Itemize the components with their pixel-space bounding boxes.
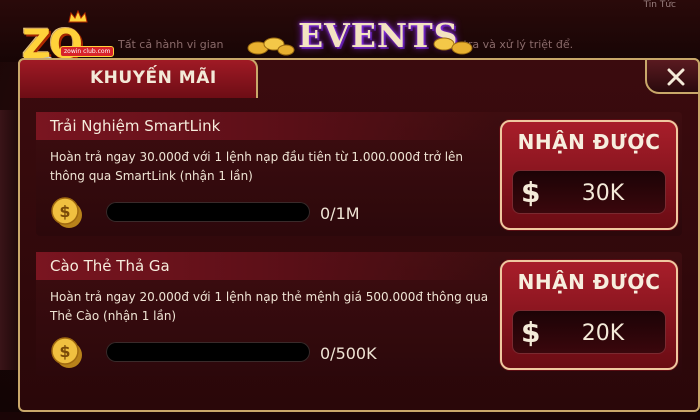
notice-left: Tất cả hành vi gian	[118, 38, 224, 51]
dollar-icon: $	[521, 316, 541, 349]
tab-news[interactable]: Tin Tức	[644, 0, 676, 10]
coins-decoration-right	[433, 37, 473, 55]
svg-text:$: $	[59, 202, 70, 221]
coins-decoration-left	[247, 37, 295, 56]
event-title: Trải Nghiệm SmartLink	[50, 117, 221, 135]
progress-text: 0/500K	[320, 344, 377, 363]
bottom-strip	[0, 412, 700, 420]
claim-reward-button[interactable]: NHẬN ĐƯỢC $ 30K	[500, 120, 678, 230]
event-card-header: Cào Thẻ Thả Ga	[36, 252, 496, 280]
event-card: Cào Thẻ Thả Ga Hoàn trả ngay 20.000đ với…	[36, 252, 682, 376]
event-description: Hoàn trả ngay 20.000đ với 1 lệnh nạp thẻ…	[50, 290, 489, 323]
progress-text: 0/1M	[320, 204, 360, 223]
coin-icon: $	[51, 197, 82, 228]
reward-amount-box: $ 20K	[512, 310, 666, 354]
progress-bar	[106, 202, 310, 222]
reward-label: NHẬN ĐƯỢC	[517, 130, 661, 154]
event-title: Cào Thẻ Thả Ga	[50, 257, 170, 275]
reward-amount: 20K	[581, 321, 625, 346]
event-card-header: Trải Nghiệm SmartLink	[36, 112, 496, 140]
event-description: Hoàn trả ngay 30.000đ với 1 lệnh nạp đầu…	[50, 150, 464, 183]
side-decoration	[0, 110, 18, 370]
progress-bar	[106, 342, 310, 362]
close-icon	[667, 68, 685, 86]
logo-domain: zowin club.com	[60, 46, 115, 57]
event-card: Trải Nghiệm SmartLink Hoàn trả ngay 30.0…	[36, 112, 682, 236]
tab-promotions-label: KHUYẾN MÃI	[90, 68, 217, 88]
reward-amount: 30K	[581, 181, 625, 206]
coin-icon: $	[51, 337, 82, 368]
dollar-icon: $	[521, 176, 541, 209]
claim-reward-button[interactable]: NHẬN ĐƯỢC $ 20K	[500, 260, 678, 370]
close-button[interactable]	[645, 58, 700, 94]
svg-text:$: $	[59, 342, 70, 361]
reward-amount-box: $ 30K	[512, 170, 666, 214]
reward-label: NHẬN ĐƯỢC	[517, 270, 661, 294]
